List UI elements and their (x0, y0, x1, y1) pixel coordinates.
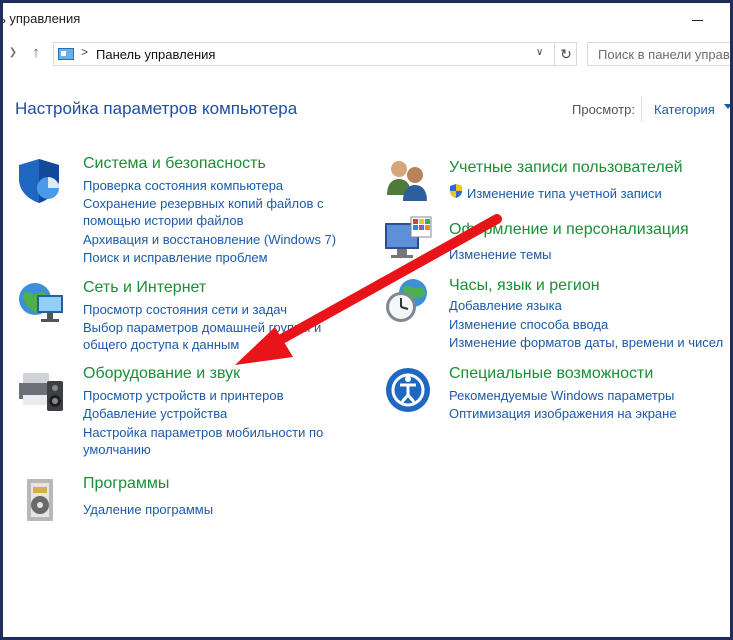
control-panel-window: ь управления ❯ ↑ > Панель управления ∨ ↻… (0, 0, 733, 640)
recent-locations-button[interactable]: ❯ (4, 43, 22, 63)
minimize-button[interactable] (688, 11, 708, 27)
control-panel-icon (58, 48, 74, 60)
monitor-palette-icon[interactable] (383, 215, 433, 265)
breadcrumb-separator-icon[interactable]: > (81, 45, 88, 59)
clock-globe-icon[interactable] (383, 275, 433, 325)
accessibility-icon[interactable] (383, 365, 433, 415)
chevron-down-icon[interactable]: ∨ (536, 47, 543, 58)
address-row: ❯ ↑ > Панель управления ∨ ↻ Поиск в пане… (3, 39, 730, 69)
link-troubleshoot[interactable]: Поиск и исправление проблем (83, 249, 268, 266)
link-check-status[interactable]: Проверка состояния компьютера (83, 177, 283, 194)
title-bar: ь управления (3, 3, 730, 37)
search-placeholder: Поиск в панели управ (598, 47, 730, 62)
link-homegroup-cont[interactable]: общего доступа к данным (83, 336, 239, 353)
globe-network-icon[interactable] (17, 279, 67, 329)
link-change-formats[interactable]: Изменение форматов даты, времени и чисел (449, 334, 723, 351)
category-title-hardware-sound[interactable]: Оборудование и звук (83, 365, 240, 383)
address-bar[interactable]: > Панель управления ∨ ↻ (53, 42, 577, 66)
link-backup-restore[interactable]: Архивация и восстановление (Windows 7) (83, 231, 336, 248)
users-icon[interactable] (383, 155, 433, 205)
category-title-ease-of-access[interactable]: Специальные возможности (449, 365, 653, 383)
link-change-theme[interactable]: Изменение темы (449, 246, 551, 263)
window-title: ь управления (0, 11, 81, 26)
category-title-user-accounts[interactable]: Учетные записи пользователей (449, 159, 683, 177)
refresh-icon[interactable]: ↻ (554, 43, 577, 65)
category-title-system-security[interactable]: Система и безопасность (83, 155, 266, 173)
view-by-value[interactable]: Категория (654, 102, 715, 117)
link-file-history[interactable]: Сохранение резервных копий файлов с (83, 195, 324, 212)
category-title-network-internet[interactable]: Сеть и Интернет (83, 279, 206, 297)
link-optimize-display[interactable]: Оптимизация изображения на экране (449, 405, 677, 422)
link-recommended-settings[interactable]: Рекомендуемые Windows параметры (449, 387, 674, 404)
up-arrow-icon[interactable]: ↑ (27, 43, 45, 63)
search-input[interactable]: Поиск в панели управ (587, 42, 730, 66)
view-by-select[interactable]: Категория (641, 96, 730, 122)
dropdown-arrow-icon[interactable] (724, 104, 730, 109)
link-file-history-cont[interactable]: помощью истории файлов (83, 212, 244, 229)
program-box-icon[interactable] (17, 475, 67, 525)
link-network-status[interactable]: Просмотр состояния сети и задач (83, 301, 287, 318)
category-title-clock-region[interactable]: Часы, язык и регион (449, 277, 600, 295)
link-change-input-method[interactable]: Изменение способа ввода (449, 316, 608, 333)
category-title-programs[interactable]: Программы (83, 475, 169, 493)
link-mobility-settings-cont[interactable]: умолчанию (83, 441, 151, 458)
view-by-label: Просмотр: (572, 102, 635, 117)
breadcrumb-control-panel[interactable]: Панель управления (96, 47, 215, 62)
page-title: Настройка параметров компьютера (15, 99, 298, 118)
link-add-device[interactable]: Добавление устройства (83, 405, 227, 422)
category-title-appearance[interactable]: Оформление и персонализация (449, 221, 689, 239)
printer-speaker-icon[interactable] (17, 365, 67, 415)
uac-shield-icon (450, 184, 462, 198)
link-add-language[interactable]: Добавление языка (449, 297, 562, 314)
link-homegroup[interactable]: Выбор параметров домашней группы и (83, 319, 321, 336)
link-mobility-settings[interactable]: Настройка параметров мобильности по (83, 424, 323, 441)
shield-icon[interactable] (17, 155, 67, 205)
link-devices-printers[interactable]: Просмотр устройств и принтеров (83, 387, 283, 404)
link-change-account-type[interactable]: Изменение типа учетной записи (467, 185, 662, 202)
link-uninstall-program[interactable]: Удаление программы (83, 501, 213, 518)
